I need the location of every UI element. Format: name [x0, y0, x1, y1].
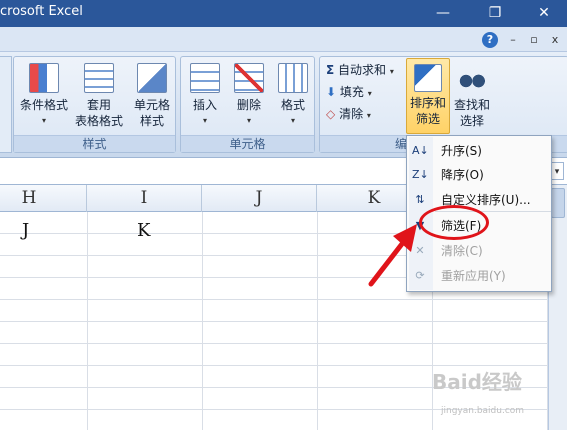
table-format-button[interactable]: 套用 表格格式: [71, 63, 127, 129]
cell-i1[interactable]: K: [137, 220, 150, 242]
workbook-control-bar: ? – ▫ x: [0, 27, 567, 52]
cell-style-label-2: 样式: [139, 114, 164, 128]
watermark-url: jingyan.baidu.com: [441, 406, 525, 416]
close-button[interactable]: ✕: [521, 0, 567, 27]
fill-label: 填充: [339, 85, 364, 99]
workbook-close-button[interactable]: x: [547, 32, 563, 48]
chevron-down-icon: ▾: [389, 67, 394, 76]
column-header-j[interactable]: J: [202, 185, 317, 212]
clear-label: 清除: [339, 107, 364, 121]
chevron-down-icon: ▾: [202, 116, 207, 125]
chevron-down-icon: ▾: [246, 116, 251, 125]
insert-button[interactable]: 插入 ▾: [185, 63, 225, 129]
group-cells: 插入 ▾ 删除 ▾ 格式 ▾ 单元格: [180, 56, 315, 153]
menu-item-label: 清除(C): [441, 244, 483, 258]
format-label: 格式: [280, 98, 305, 112]
sort-descending-icon: Z↓: [412, 168, 429, 181]
sort-filter-icon: [414, 64, 442, 92]
find-select-button[interactable]: 查找和 选择: [450, 63, 494, 129]
column-header-h[interactable]: H: [0, 185, 87, 212]
conditional-format-icon: [29, 63, 59, 93]
cell-style-icon: [137, 63, 167, 93]
menu-item-sort-ascending[interactable]: A↓ 升序(S): [409, 138, 549, 164]
column-header-i[interactable]: I: [87, 185, 202, 212]
autosum-button[interactable]: Σ 自动求和 ▾: [326, 59, 408, 81]
scroll-thumb[interactable]: [551, 188, 565, 218]
fill-button[interactable]: ⬇ 填充 ▾: [326, 81, 408, 103]
chevron-down-icon: ▾: [367, 89, 372, 98]
format-icon: [278, 63, 308, 93]
chevron-down-icon: ▾: [290, 116, 295, 125]
menu-item-label: 升序(S): [441, 144, 482, 158]
sort-ascending-icon: A↓: [412, 144, 429, 157]
window-title: crosoft Excel: [0, 4, 83, 19]
menu-item-clear[interactable]: ✕ 清除(C): [409, 238, 549, 264]
chevron-down-icon: ▾: [366, 111, 371, 120]
find-select-label-1: 查找和: [453, 98, 490, 112]
autosum-label: 自动求和: [338, 63, 387, 77]
group-label-styles: 样式: [14, 135, 175, 152]
menu-item-label: 重新应用(Y): [441, 269, 506, 283]
menu-item-sort-descending[interactable]: Z↓ 降序(O): [409, 162, 549, 188]
restore-button[interactable]: ❐: [472, 0, 518, 27]
sigma-icon: Σ: [326, 63, 335, 77]
insert-label: 插入: [192, 98, 217, 112]
table-format-icon: [84, 63, 114, 93]
ribbon-prev-group: [0, 56, 12, 153]
sort-filter-label-1: 排序和: [409, 96, 446, 110]
menu-item-reapply[interactable]: ⟳ 重新应用(Y): [409, 263, 549, 289]
find-select-label-2: 选择: [459, 114, 484, 128]
cell-style-button[interactable]: 单元格 样式: [128, 63, 176, 129]
workbook-restore-button[interactable]: ▫: [526, 32, 542, 48]
delete-label: 删除: [236, 98, 261, 112]
group-styles: 条件格式 ▾ 套用 表格格式 单元格 样式 样式: [13, 56, 176, 153]
highlight-ellipse: [419, 205, 489, 240]
minimize-button[interactable]: —: [420, 0, 466, 27]
chevron-down-icon: ▾: [41, 116, 46, 125]
editing-small-buttons: Σ 自动求和 ▾ ⬇ 填充 ▾ ◇ 清除 ▾: [326, 59, 408, 125]
clear-button[interactable]: ◇ 清除 ▾: [326, 103, 408, 125]
help-icon[interactable]: ?: [482, 32, 498, 48]
conditional-format-button[interactable]: 条件格式 ▾: [17, 63, 71, 129]
sort-filter-label-2: 筛选: [415, 112, 440, 126]
table-format-label-1: 套用: [86, 98, 111, 112]
format-button[interactable]: 格式 ▾: [273, 63, 313, 129]
workbook-minimize-button[interactable]: –: [505, 32, 521, 48]
insert-icon: [190, 63, 220, 93]
table-format-label-2: 表格格式: [74, 114, 123, 128]
title-bar: crosoft Excel — ❐ ✕: [0, 0, 567, 27]
binoculars-icon: [457, 63, 487, 93]
conditional-format-label: 条件格式: [19, 98, 68, 112]
cell-h1[interactable]: J: [22, 220, 29, 242]
delete-icon: [234, 63, 264, 93]
expand-formula-bar-button[interactable]: ▾: [550, 162, 564, 180]
fill-down-icon: ⬇: [326, 85, 337, 99]
sort-filter-button[interactable]: 排序和 筛选: [406, 58, 450, 134]
delete-button[interactable]: 删除 ▾: [229, 63, 269, 129]
group-label-cells: 单元格: [181, 135, 314, 152]
menu-item-label: 降序(O): [441, 168, 484, 182]
eraser-icon: ◇: [326, 107, 336, 121]
custom-sort-icon: ⇅: [415, 193, 425, 206]
annotation-arrow: [368, 224, 417, 287]
cell-style-label-1: 单元格: [133, 98, 170, 112]
